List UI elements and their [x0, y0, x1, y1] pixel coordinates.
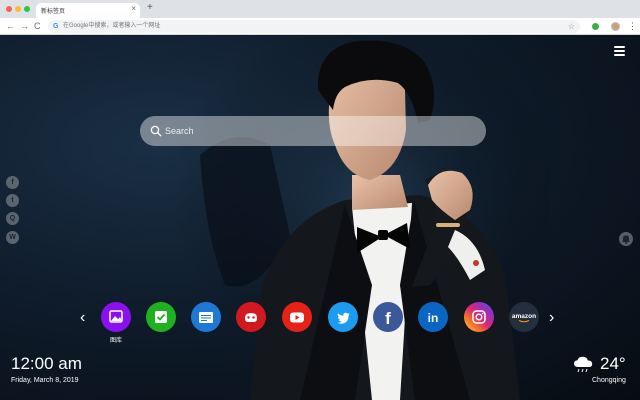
- new-tab-page: f t Q W ‹ › 图库: [0, 35, 640, 400]
- amazon-app-icon[interactable]: amazon: [509, 302, 539, 332]
- address-placeholder: 在Google中搜索，或者输入一个网址: [63, 23, 161, 29]
- tab-bar: 新标签页 × +: [0, 0, 640, 18]
- google-icon: G: [53, 23, 59, 30]
- notes-app-icon[interactable]: [191, 302, 221, 332]
- browser-toolbar: ← → C G 在Google中搜索，或者输入一个网址 ☆ ⋮: [0, 18, 640, 35]
- new-tab-button[interactable]: +: [147, 2, 153, 14]
- weather-temperature: 24°: [600, 354, 626, 373]
- facebook-icon[interactable]: f: [6, 176, 19, 189]
- back-button[interactable]: ←: [6, 20, 15, 32]
- amazon-glyph: amazon: [512, 313, 536, 320]
- search-bar[interactable]: [140, 116, 486, 146]
- search-icon: [150, 125, 162, 137]
- menu-icon[interactable]: [614, 46, 625, 56]
- browser-menu-icon[interactable]: ⋮: [628, 19, 637, 33]
- twitter-icon[interactable]: t: [6, 194, 19, 207]
- twitter-app-icon[interactable]: [328, 302, 358, 332]
- qq-icon[interactable]: Q: [6, 212, 19, 225]
- bookmark-star-icon[interactable]: ☆: [568, 21, 575, 32]
- tab-new-tab[interactable]: 新标签页 ×: [36, 3, 140, 18]
- instagram-app-icon[interactable]: [464, 302, 494, 332]
- facebook-app-icon[interactable]: f: [373, 302, 403, 332]
- wechat-icon[interactable]: W: [6, 231, 19, 244]
- facebook-glyph: f: [385, 309, 391, 328]
- youtube-app-icon[interactable]: [282, 302, 312, 332]
- linkedin-glyph: in: [428, 311, 439, 325]
- clock-date: Friday, March 8, 2019: [11, 377, 79, 384]
- rain-cloud-icon: [574, 356, 593, 373]
- games-app-icon[interactable]: [236, 302, 266, 332]
- gallery-app-icon[interactable]: [101, 302, 131, 332]
- extension-icon[interactable]: [592, 23, 599, 30]
- gallery-app-label: 图库: [109, 338, 122, 344]
- tab-close-icon[interactable]: ×: [131, 4, 136, 13]
- maximize-window-button[interactable]: [24, 6, 30, 12]
- linkedin-app-icon[interactable]: in: [418, 302, 448, 332]
- forward-button[interactable]: →: [20, 20, 29, 32]
- reload-button[interactable]: C: [34, 20, 41, 32]
- close-window-button[interactable]: [6, 6, 12, 12]
- dock-prev-arrow[interactable]: ‹: [80, 310, 85, 326]
- profile-avatar[interactable]: [611, 22, 620, 31]
- weather-city: Chongqing: [592, 377, 626, 384]
- clock-time: 12:00 am: [11, 354, 82, 373]
- address-bar[interactable]: G 在Google中搜索，或者输入一个网址 ☆: [48, 20, 580, 33]
- tab-title: 新标签页: [41, 9, 66, 15]
- minimize-window-button[interactable]: [15, 6, 21, 12]
- search-input[interactable]: [165, 116, 465, 146]
- notification-bell-icon[interactable]: [619, 232, 633, 246]
- todo-app-icon[interactable]: [146, 302, 176, 332]
- dock-next-arrow[interactable]: ›: [549, 310, 554, 326]
- wallpaper-photo: [150, 35, 550, 400]
